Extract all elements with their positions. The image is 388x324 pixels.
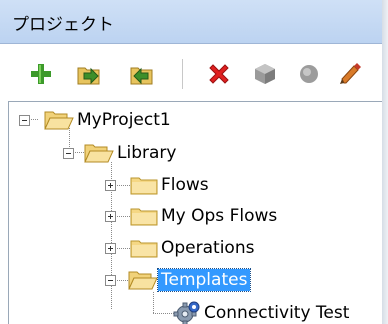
record-button[interactable] bbox=[294, 59, 324, 89]
delete-button[interactable] bbox=[204, 59, 234, 89]
project-panel: プロジェクト MyProject1 Library Flows My Ops F… bbox=[0, 0, 388, 324]
collapse-toggle[interactable] bbox=[19, 114, 30, 126]
collapse-toggle[interactable] bbox=[105, 274, 116, 286]
record-icon bbox=[300, 65, 318, 83]
tree-label-templates: Templates bbox=[156, 268, 252, 292]
tree-label-project: MyProject1 bbox=[77, 110, 171, 130]
edit-icon bbox=[340, 63, 361, 84]
scrollbar-edge[interactable] bbox=[382, 0, 388, 324]
add-icon bbox=[31, 64, 51, 84]
export-icon bbox=[130, 67, 153, 85]
tree-connector bbox=[153, 313, 175, 314]
toolbar-separator bbox=[182, 59, 183, 89]
expand-toggle[interactable] bbox=[105, 179, 116, 191]
cube-icon bbox=[255, 64, 275, 84]
add-button[interactable] bbox=[26, 59, 56, 89]
tree-node-templates[interactable]: Templates bbox=[105, 265, 252, 295]
open-folder-icon bbox=[128, 271, 158, 290]
panel-title: プロジェクト bbox=[12, 15, 114, 35]
expand-toggle[interactable] bbox=[105, 242, 116, 254]
project-toolbar bbox=[0, 45, 388, 101]
folder-icon bbox=[130, 208, 158, 226]
panel-titlebar: プロジェクト bbox=[0, 0, 388, 44]
tree-label-connectivity-test: Connectivity Test bbox=[204, 303, 350, 323]
tree-node-library[interactable]: Library bbox=[63, 138, 179, 168]
tree-node-connectivity-test[interactable]: Connectivity Test bbox=[173, 298, 352, 324]
tree-label-operations: Operations bbox=[161, 238, 255, 258]
tree-label-my-ops-flows: My Ops Flows bbox=[161, 206, 278, 226]
export-button[interactable] bbox=[126, 59, 156, 89]
tree-connector bbox=[153, 292, 154, 314]
tree-node-project[interactable]: MyProject1 bbox=[19, 105, 174, 135]
tree-node-my-ops-flows[interactable]: My Ops Flows bbox=[105, 201, 280, 231]
folder-icon bbox=[130, 240, 158, 258]
tree-label-flows: Flows bbox=[161, 175, 209, 195]
expand-toggle[interactable] bbox=[105, 210, 116, 222]
open-folder-icon bbox=[44, 111, 74, 130]
tree-node-operations[interactable]: Operations bbox=[105, 233, 257, 263]
delete-icon bbox=[209, 64, 229, 84]
edit-button[interactable] bbox=[336, 59, 366, 89]
cube-button[interactable] bbox=[250, 59, 280, 89]
import-button[interactable] bbox=[74, 59, 104, 89]
tree-label-library: Library bbox=[117, 143, 177, 163]
gear-icon bbox=[173, 301, 200, 324]
folder-icon bbox=[130, 177, 158, 195]
import-icon bbox=[77, 67, 100, 85]
project-tree: MyProject1 Library Flows My Ops Flows Op… bbox=[8, 101, 388, 324]
collapse-toggle[interactable] bbox=[63, 147, 74, 159]
open-folder-icon bbox=[84, 144, 114, 163]
tree-node-flows[interactable]: Flows bbox=[105, 170, 212, 200]
